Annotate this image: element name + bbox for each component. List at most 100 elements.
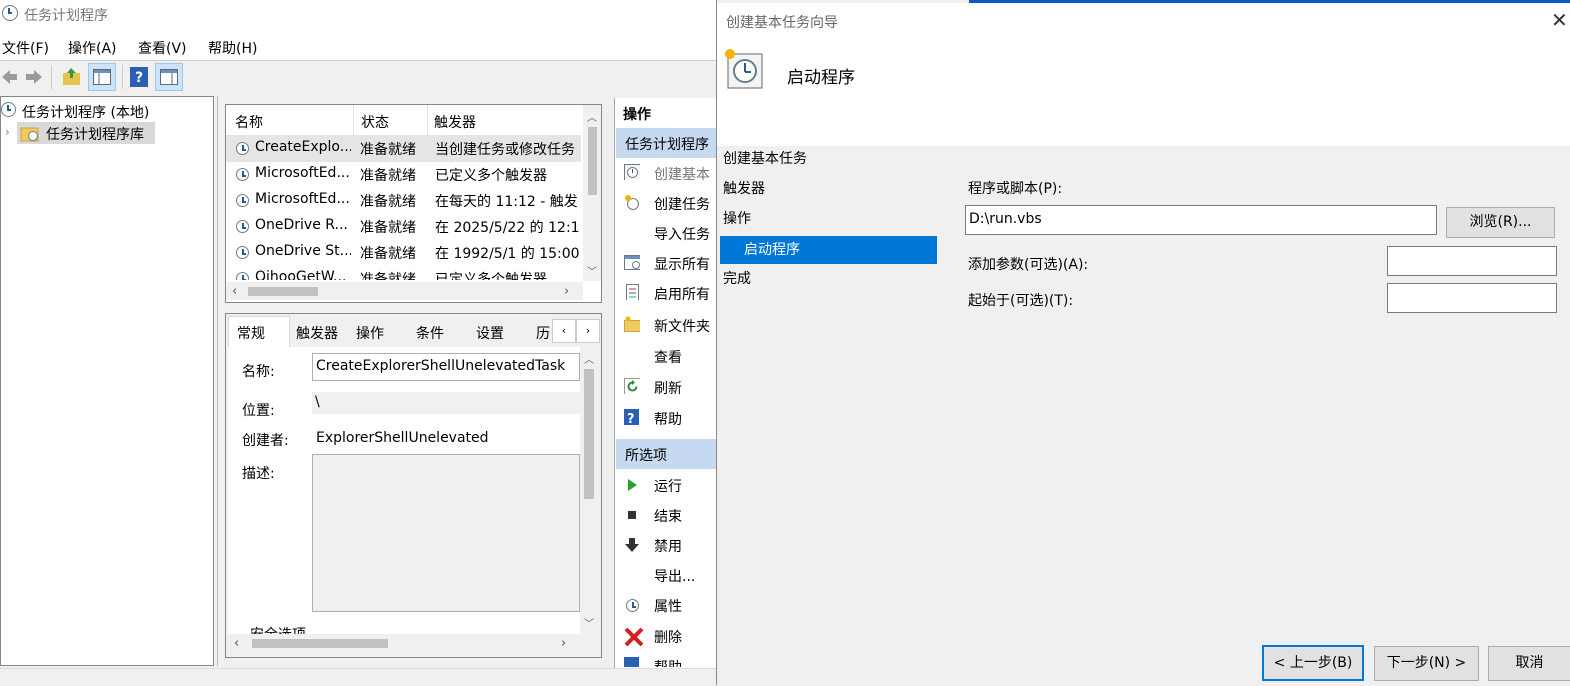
action-refresh[interactable]: 刷新 bbox=[654, 378, 682, 398]
action-end[interactable]: 结束 bbox=[654, 506, 682, 526]
menu-file[interactable]: 文件(F) bbox=[2, 38, 49, 58]
scroll-up-icon[interactable]: ︿ bbox=[584, 351, 594, 366]
action-delete[interactable]: 删除 bbox=[654, 627, 682, 647]
task-list-hscrollbar[interactable]: ‹ › bbox=[226, 282, 583, 300]
description-field[interactable] bbox=[312, 454, 580, 612]
tree-item-library[interactable]: 任务计划程序库 bbox=[17, 122, 155, 144]
action-create-basic[interactable]: 创建基本 bbox=[654, 164, 710, 184]
location-field: \ bbox=[312, 392, 580, 414]
action-disable[interactable]: 禁用 bbox=[654, 536, 682, 556]
forward-arrow-icon[interactable] bbox=[24, 68, 44, 86]
program-input[interactable]: D:\run.vbs bbox=[965, 205, 1437, 235]
scroll-thumb[interactable] bbox=[588, 127, 597, 195]
hscroll-thumb[interactable] bbox=[248, 287, 318, 296]
task-clock-icon bbox=[236, 142, 249, 155]
task-trigger: 已定义多个触发器 bbox=[435, 272, 547, 280]
detail-pane: 常规 触发器 操作 条件 设置 历 ‹ › 名称: CreateExplorer… bbox=[225, 313, 602, 658]
table-row[interactable]: QihooGetW... 准备就绪 已定义多个触发器 bbox=[226, 266, 581, 280]
action-run[interactable]: 运行 bbox=[654, 476, 682, 496]
tab-history[interactable]: 历 bbox=[536, 323, 552, 343]
tree-root[interactable]: 任务计划程序 (本地) bbox=[22, 102, 149, 122]
col-status[interactable]: 状态 bbox=[361, 112, 389, 132]
table-row[interactable]: CreateExplo... 准备就绪 当创建任务或修改任务 bbox=[226, 136, 581, 162]
scroll-right-icon[interactable]: › bbox=[561, 636, 566, 651]
name-value: CreateExplorerShellUnelevatedTask bbox=[316, 358, 566, 374]
expand-chevron-icon[interactable]: › bbox=[5, 125, 10, 139]
disable-arrow-icon bbox=[625, 538, 639, 552]
action-show-running[interactable]: 显示所有 bbox=[654, 254, 710, 274]
menu-help[interactable]: 帮助(H) bbox=[208, 38, 257, 58]
next-button[interactable]: 下一步(N) > bbox=[1374, 646, 1479, 681]
show-hide-action-pane-button[interactable] bbox=[155, 63, 183, 91]
tab-scroll-right-button[interactable]: › bbox=[576, 319, 600, 343]
actions-section-selected[interactable]: 所选项 bbox=[616, 439, 716, 469]
action-help[interactable]: 帮助 bbox=[654, 409, 682, 429]
back-button[interactable]: < 上一步(B) bbox=[1262, 645, 1364, 681]
tab-general[interactable]: 常规 bbox=[228, 316, 290, 348]
help-icon[interactable]: ? bbox=[130, 67, 148, 87]
stop-icon bbox=[628, 511, 636, 519]
tab-settings[interactable]: 设置 bbox=[476, 323, 504, 343]
scroll-thumb[interactable] bbox=[584, 369, 594, 499]
name-field[interactable]: CreateExplorerShellUnelevatedTask bbox=[312, 353, 580, 381]
task-status: 准备就绪 bbox=[360, 142, 416, 158]
action-properties[interactable]: 属性 bbox=[654, 596, 682, 616]
task-status: 准备就绪 bbox=[360, 246, 416, 262]
back-arrow-icon[interactable] bbox=[0, 68, 18, 86]
folder-clock-icon bbox=[20, 127, 39, 142]
task-trigger: 已定义多个触发器 bbox=[435, 168, 547, 184]
task-list-vscrollbar[interactable]: ︿ ﹀ bbox=[583, 105, 601, 281]
menu-action[interactable]: 操作(A) bbox=[68, 38, 117, 58]
action-create-task[interactable]: 创建任务 bbox=[654, 194, 710, 214]
scroll-left-icon[interactable]: ‹ bbox=[232, 284, 237, 299]
table-row[interactable]: MicrosoftEd... 准备就绪 已定义多个触发器 bbox=[226, 162, 581, 188]
action-view[interactable]: 查看 bbox=[654, 347, 682, 367]
action-help-selected[interactable]: 帮助 bbox=[654, 657, 682, 667]
scroll-down-icon[interactable]: ﹀ bbox=[584, 615, 594, 630]
program-label: 程序或脚本(P): bbox=[968, 181, 1063, 197]
col-trigger[interactable]: 触发器 bbox=[434, 112, 476, 132]
program-value: D:\run.vbs bbox=[969, 211, 1042, 227]
action-enable-history[interactable]: 启用所有 bbox=[654, 284, 710, 304]
scroll-right-icon[interactable]: › bbox=[564, 284, 569, 299]
step-trigger: 触发器 bbox=[723, 181, 765, 197]
tab-scroll-left-button[interactable]: ‹ bbox=[552, 319, 576, 343]
table-row[interactable]: OneDrive St... 准备就绪 在 1992/5/1 的 15:00 bbox=[226, 240, 581, 266]
author-label: 创建者: bbox=[242, 433, 289, 449]
help-icon bbox=[624, 657, 639, 667]
task-name: OneDrive R... bbox=[255, 217, 348, 233]
scroll-up-icon[interactable]: ︿ bbox=[587, 109, 597, 124]
actions-section2-label: 所选项 bbox=[625, 448, 667, 464]
close-icon[interactable]: ✕ bbox=[1551, 8, 1568, 32]
detail-vscrollbar[interactable]: ︿ ﹀ bbox=[580, 347, 598, 634]
action-import-task[interactable]: 导入任务 bbox=[654, 224, 710, 244]
properties-clock-icon bbox=[626, 599, 639, 612]
scroll-down-icon[interactable]: ﹀ bbox=[587, 263, 597, 278]
browse-button[interactable]: 浏览(R)... bbox=[1446, 207, 1555, 238]
menu-bar: 文件(F) 操作(A) 查看(V) 帮助(H) bbox=[0, 30, 716, 60]
folder-up-icon[interactable] bbox=[62, 67, 82, 87]
task-name: OneDrive St... bbox=[255, 243, 351, 259]
table-row[interactable]: OneDrive R... 准备就绪 在 2025/5/22 的 12:1 bbox=[226, 214, 581, 240]
detail-hscrollbar[interactable]: ‹ › bbox=[228, 634, 580, 652]
actions-section-scheduler[interactable]: 任务计划程序 bbox=[616, 128, 716, 158]
menu-view[interactable]: 查看(V) bbox=[138, 38, 187, 58]
show-hide-tree-button[interactable] bbox=[88, 63, 116, 91]
action-export[interactable]: 导出... bbox=[654, 566, 695, 586]
tab-triggers[interactable]: 触发器 bbox=[296, 323, 338, 343]
hscroll-thumb[interactable] bbox=[252, 639, 388, 648]
refresh-icon bbox=[624, 378, 640, 394]
tab-actions[interactable]: 操作 bbox=[356, 323, 384, 343]
start-in-input[interactable] bbox=[1387, 283, 1557, 313]
name-label: 名称: bbox=[242, 364, 275, 380]
scroll-left-icon[interactable]: ‹ bbox=[234, 636, 239, 651]
col-name[interactable]: 名称 bbox=[235, 112, 263, 132]
action-new-folder[interactable]: 新文件夹 bbox=[654, 316, 710, 336]
cancel-button[interactable]: 取消 bbox=[1488, 646, 1570, 681]
table-row[interactable]: MicrosoftEd... 准备就绪 在每天的 11:12 - 触发 bbox=[226, 188, 581, 214]
tab-conditions[interactable]: 条件 bbox=[416, 323, 444, 343]
step-start-program-label: 启动程序 bbox=[744, 242, 800, 258]
location-label: 位置: bbox=[242, 403, 275, 419]
task-name: QihooGetW... bbox=[255, 269, 347, 280]
arguments-input[interactable] bbox=[1387, 246, 1557, 276]
